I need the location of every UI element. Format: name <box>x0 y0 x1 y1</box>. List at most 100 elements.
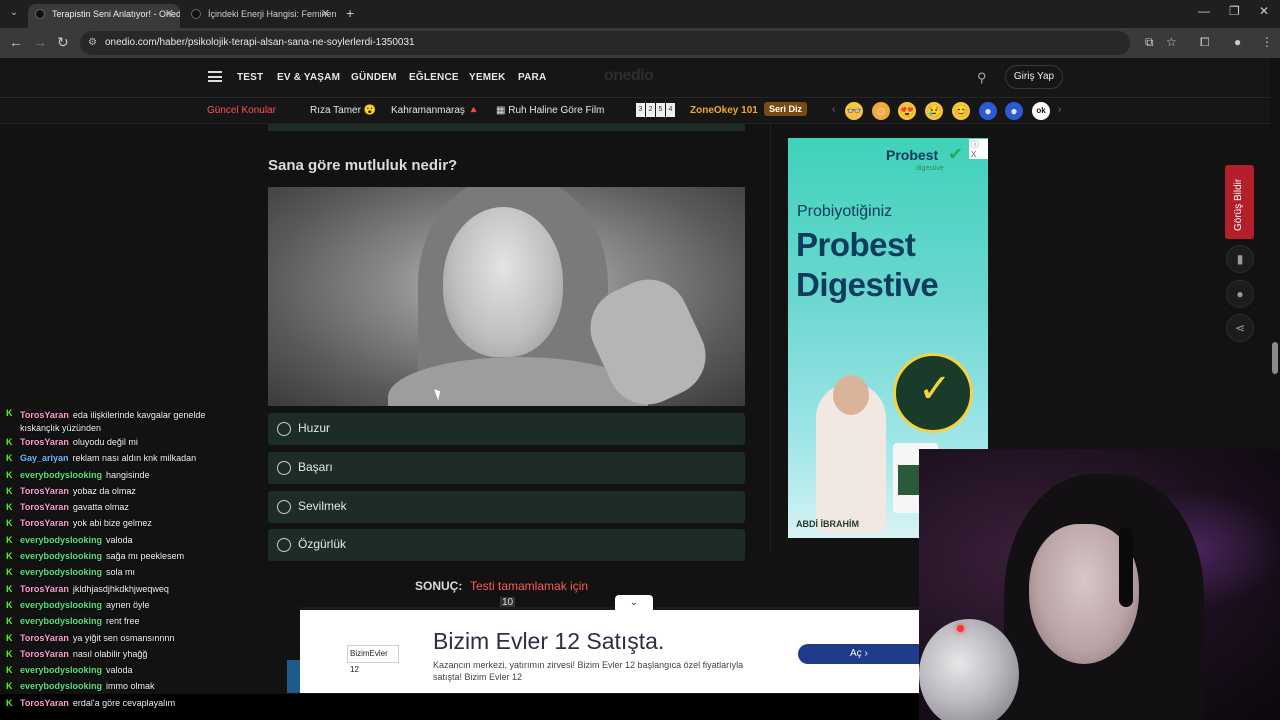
photo-face <box>443 207 563 357</box>
chat-username[interactable]: Gay_ariyan <box>20 453 69 463</box>
quiz-option[interactable]: Başarı <box>268 452 745 484</box>
chat-username[interactable]: everybodyslooking <box>20 665 102 675</box>
nav-yemek[interactable]: YEMEK <box>469 72 506 83</box>
heart-eyes-emoji-icon[interactable]: 😍 <box>898 102 916 120</box>
current-topics-label[interactable]: Güncel Konular <box>207 105 276 116</box>
restore-icon[interactable]: ❐ <box>1229 4 1240 18</box>
tab-search-icon[interactable]: ⌄ <box>6 5 22 21</box>
extensions-icon[interactable]: ⧠ <box>1200 35 1210 50</box>
zoneokey-link[interactable]: ZoneOkey 101 <box>690 105 758 116</box>
chat-message: Keverybodyslooking valoda <box>0 532 230 548</box>
chat-username[interactable]: TorosYaran <box>20 649 69 659</box>
chat-message: Keverybodyslooking immo olmak <box>0 678 230 694</box>
browser-tab-bar: ⌄ Terapistin Seni Anlatıyor! - Onedio ✕ … <box>0 0 1280 28</box>
chevron-left-icon[interactable]: ‹ <box>832 104 835 115</box>
kick-badge-icon: K <box>6 469 13 480</box>
badge-blue-icon[interactable]: ● <box>979 102 997 120</box>
sudoku-icon[interactable]: 3 2 5 4 <box>636 103 675 117</box>
nav-para[interactable]: PARA <box>518 72 546 83</box>
comments-icon[interactable]: ● <box>1226 280 1254 308</box>
chat-username[interactable]: TorosYaran <box>20 410 69 420</box>
chat-username[interactable]: everybodyslooking <box>20 470 102 480</box>
chat-text: yobaz da olmaz <box>72 485 136 496</box>
site-logo[interactable]: onedio <box>604 67 654 85</box>
quiz-option[interactable]: Özgürlük <box>268 529 745 561</box>
topic-link[interactable]: ▦ Ruh Haline Göre Film <box>496 105 604 116</box>
search-icon[interactable]: ⚲ <box>977 70 987 86</box>
hamburger-menu-icon[interactable] <box>208 71 222 82</box>
kick-badge-icon: K <box>6 534 13 545</box>
option-label: Başarı <box>298 460 333 474</box>
chat-username[interactable]: TorosYaran <box>20 518 69 528</box>
forward-icon[interactable]: → <box>33 34 47 50</box>
radio-icon[interactable] <box>277 461 291 475</box>
result-text: Testi tamamlamak için <box>470 579 589 593</box>
chevron-right-icon[interactable]: › <box>1058 104 1061 115</box>
bookmark-icon[interactable]: ▮ <box>1226 245 1254 273</box>
chat-text: immo olmak <box>106 681 155 692</box>
onedio-favicon-icon <box>35 9 45 19</box>
chat-username[interactable]: everybodyslooking <box>20 681 102 691</box>
badge-blue-2-icon[interactable]: ● <box>1005 102 1023 120</box>
chat-username[interactable]: everybodyslooking <box>20 600 102 610</box>
browser-tab-active[interactable]: Terapistin Seni Anlatıyor! - Onedio ✕ <box>28 4 180 28</box>
chat-username[interactable]: TorosYaran <box>20 633 69 643</box>
tab-close-icon[interactable]: ✕ <box>321 4 330 24</box>
bottom-sticky-ad[interactable]: ⌄ BizimEvler 12 Bizim Evler 12 Satışta. … <box>300 595 920 693</box>
bookmark-star-icon[interactable]: ☆ <box>1166 35 1177 49</box>
seri-diz-badge[interactable]: Seri Diz <box>764 102 808 116</box>
nav-gundem[interactable]: GÜNDEM <box>351 72 397 83</box>
chat-username[interactable]: TorosYaran <box>20 437 69 447</box>
new-tab-icon[interactable]: + <box>346 5 354 21</box>
radio-icon[interactable] <box>277 422 291 436</box>
chat-text: reklam nası aldın knk milkadan <box>72 453 197 464</box>
window-close-icon[interactable]: ✕ <box>1259 4 1269 18</box>
back-icon[interactable]: ← <box>9 34 23 50</box>
tab-close-icon[interactable]: ✕ <box>165 4 174 24</box>
install-icon[interactable]: ⧉ <box>1145 35 1154 50</box>
site-info-icon[interactable]: ⚙ <box>88 31 97 55</box>
profile-icon[interactable]: ● <box>1234 35 1241 49</box>
ad-info-icon[interactable]: ⓘ X <box>969 139 988 159</box>
quiz-option[interactable]: Huzur <box>268 413 745 445</box>
chat-username[interactable]: everybodyslooking <box>20 616 102 626</box>
topic-link[interactable]: Kahramanmaraş 🔺 <box>391 105 480 116</box>
address-bar[interactable]: ⚙ onedio.com/haber/psikolojik-terapi-als… <box>80 31 1130 55</box>
quiz-option[interactable]: Sevilmek <box>268 491 745 523</box>
chat-username[interactable]: everybodyslooking <box>20 567 102 577</box>
chat-username[interactable]: TorosYaran <box>20 698 69 708</box>
chat-username[interactable]: TorosYaran <box>20 584 69 594</box>
chat-username[interactable]: TorosYaran <box>20 486 69 496</box>
glasses-emoji-icon[interactable]: 👓 <box>845 102 863 120</box>
chat-text: aynen öyle <box>106 599 150 610</box>
nav-test[interactable]: TEST <box>237 72 263 83</box>
nav-ev-yasam[interactable]: EV & YAŞAM <box>277 72 340 83</box>
collapse-chevron-icon[interactable]: ⌄ <box>615 595 653 611</box>
minimize-icon[interactable]: — <box>1198 4 1210 18</box>
chat-username[interactable]: everybodyslooking <box>20 535 102 545</box>
chat-username[interactable]: TorosYaran <box>20 502 69 512</box>
feedback-button[interactable]: Görüş Bildir <box>1225 165 1254 239</box>
kick-badge-icon: K <box>6 697 13 708</box>
reload-icon[interactable]: ↻ <box>57 34 69 51</box>
kick-badge-icon: K <box>6 665 13 676</box>
bottom-ad-open-button[interactable]: Aç › <box>798 644 920 664</box>
scrollbar-thumb[interactable] <box>1272 342 1278 374</box>
chat-message: K TorosYaran nasıl olabilir yhağğ <box>0 646 230 662</box>
blush-emoji-icon[interactable]: ☺ <box>872 102 890 120</box>
radio-icon[interactable] <box>277 500 291 514</box>
radio-icon[interactable] <box>277 538 291 552</box>
topic-link[interactable]: Rıza Tamer 😮 <box>310 105 376 116</box>
menu-dots-icon[interactable]: ⋮ <box>1261 35 1273 49</box>
share-icon[interactable]: ⋖ <box>1226 314 1254 342</box>
login-button[interactable]: Giriş Yap <box>1005 65 1063 89</box>
nav-eglence[interactable]: EĞLENCE <box>409 72 459 83</box>
kick-badge-icon: K <box>6 616 13 627</box>
crying-emoji-icon[interactable]: 😢 <box>925 102 943 120</box>
ok-badge-icon[interactable]: ok <box>1032 102 1050 120</box>
feedback-label: Görüş Bildir <box>1233 178 1244 231</box>
smile-emoji-icon[interactable]: 😊 <box>952 102 970 120</box>
browser-tab[interactable]: İçindeki Enerji Hangisi: Feminen ✕ <box>184 4 336 28</box>
chat-username[interactable]: everybodyslooking <box>20 551 102 561</box>
ad-brand: Probest <box>886 147 939 163</box>
